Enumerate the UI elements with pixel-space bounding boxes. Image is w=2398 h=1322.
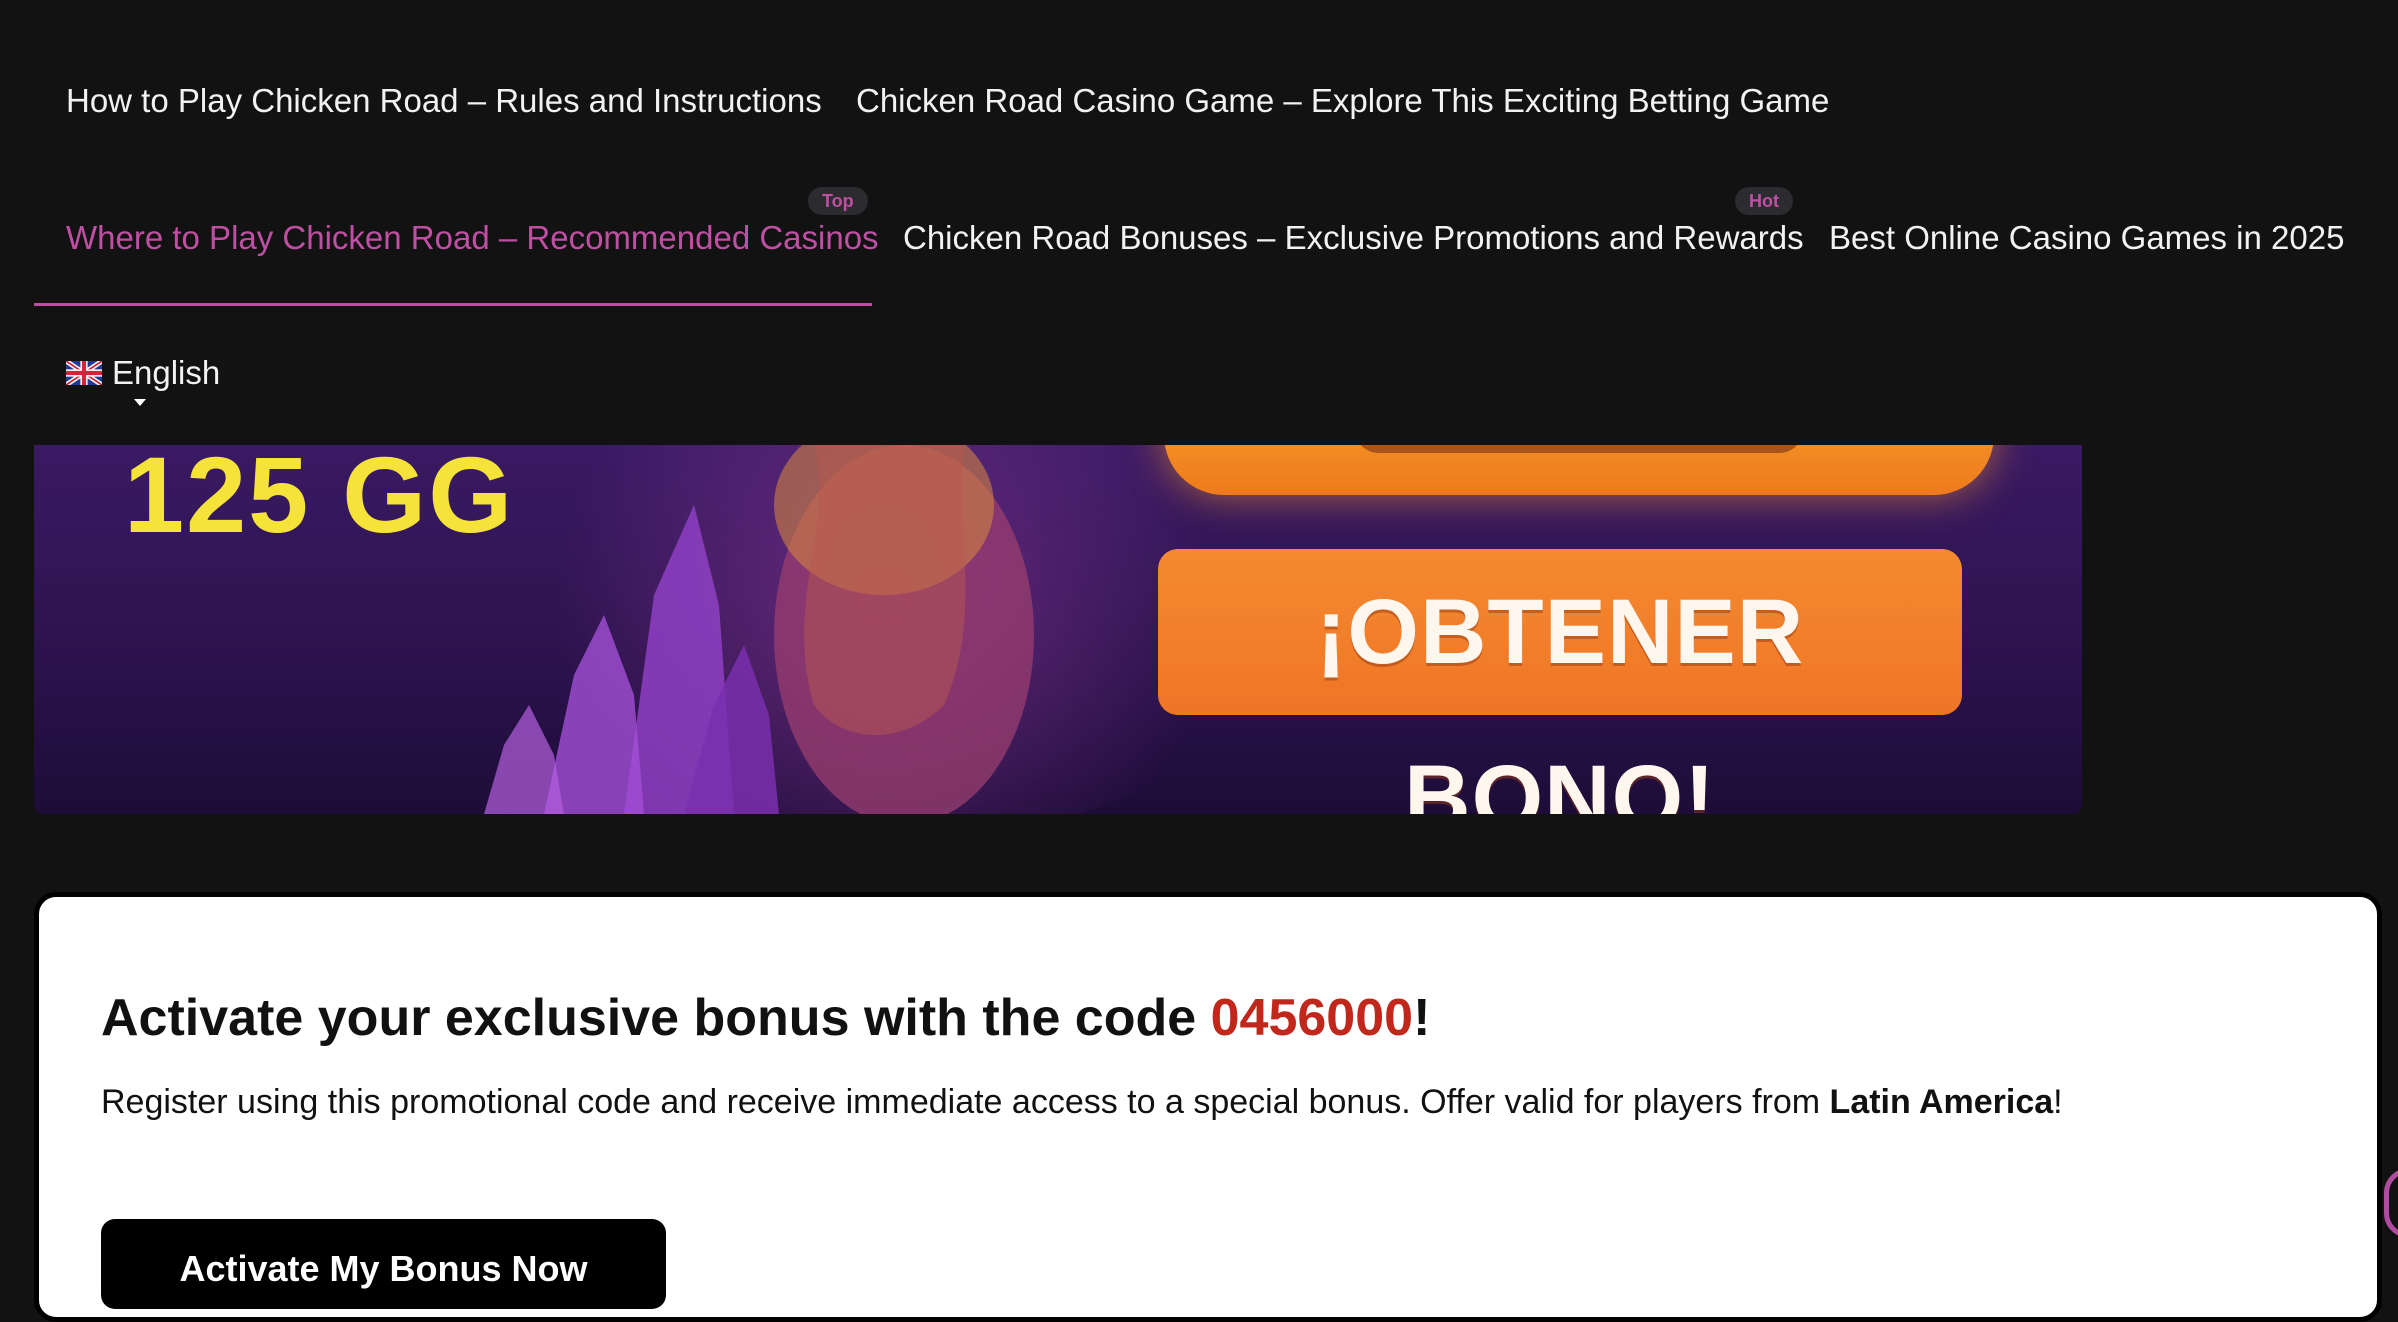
nav-item-bonuses[interactable]: Chicken Road Bonuses – Exclusive Promoti… bbox=[903, 218, 1804, 258]
promo-region: Latin America bbox=[1829, 1083, 2054, 1121]
banner-flame-header bbox=[1164, 445, 1994, 495]
chat-widget-icon[interactable] bbox=[2384, 1168, 2398, 1238]
promo-code: 0456000 bbox=[1210, 989, 1414, 1047]
promo-title-suffix: ! bbox=[1413, 989, 1431, 1047]
promo-description-text: Register using this promotional code and… bbox=[101, 1083, 1830, 1121]
banner-amount: 125 GG bbox=[124, 445, 515, 555]
language-selector[interactable]: English bbox=[66, 353, 220, 393]
language-label: English bbox=[112, 354, 221, 391]
promo-card-title: Activate your exclusive bonus with the c… bbox=[101, 987, 1430, 1049]
get-bonus-banner-button[interactable]: ¡OBTENER BONO! bbox=[1158, 549, 1962, 814]
top-navigation: How to Play Chicken Road – Rules and Ins… bbox=[0, 0, 2398, 445]
active-nav-underline bbox=[34, 303, 872, 306]
uk-flag-icon bbox=[66, 361, 102, 385]
promo-banner[interactable]: 125 GG ¡OBTENER BONO! bbox=[34, 445, 2082, 814]
activate-bonus-button[interactable]: Activate My Bonus Now bbox=[101, 1219, 666, 1309]
hot-badge: Hot bbox=[1735, 187, 1793, 215]
nav-item-best-games[interactable]: Best Online Casino Games in 2025 bbox=[1829, 218, 2344, 258]
chevron-down-icon[interactable] bbox=[134, 399, 146, 406]
top-badge: Top bbox=[808, 187, 868, 215]
promo-code-card: Activate your exclusive bonus with the c… bbox=[34, 892, 2382, 1322]
nav-item-how-to-play[interactable]: How to Play Chicken Road – Rules and Ins… bbox=[66, 81, 822, 121]
promo-description-suffix: ! bbox=[2053, 1083, 2063, 1121]
promo-card-description: Register using this promotional code and… bbox=[101, 1080, 2063, 1124]
nav-item-casino-game[interactable]: Chicken Road Casino Game – Explore This … bbox=[856, 81, 1829, 121]
banner-flame-text-shape bbox=[1354, 445, 1804, 453]
promo-title-text: Activate your exclusive bonus with the c… bbox=[101, 989, 1211, 1047]
nav-item-where-to-play[interactable]: Where to Play Chicken Road – Recommended… bbox=[66, 218, 879, 258]
